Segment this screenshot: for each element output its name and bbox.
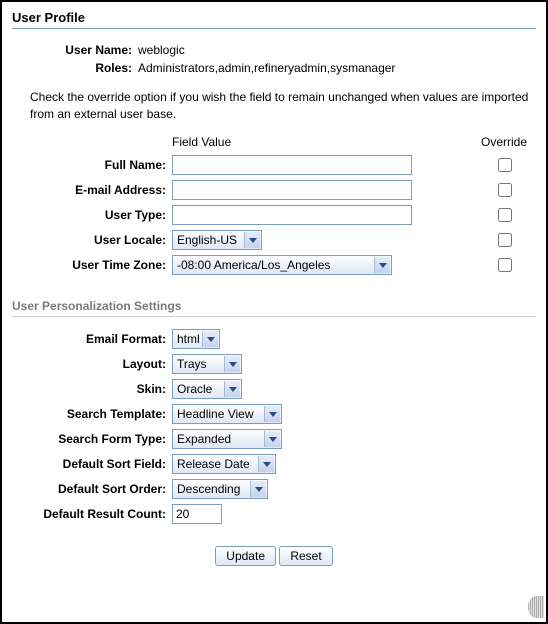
chevron-down-icon (379, 263, 387, 268)
default-result-count-label: Default Result Count: (12, 507, 172, 521)
search-form-type-select[interactable]: Expanded (172, 429, 282, 449)
search-template-label: Search Template: (12, 407, 172, 421)
skin-label: Skin: (12, 382, 172, 396)
full-name-input[interactable] (172, 155, 412, 175)
reset-button[interactable]: Reset (279, 546, 332, 566)
roles-label: Roles: (12, 61, 138, 75)
full-name-label: Full Name: (12, 158, 172, 172)
user-locale-select[interactable]: English-US (172, 230, 262, 250)
page-title: User Profile (12, 10, 536, 25)
default-result-count-input[interactable] (172, 504, 222, 524)
email-override-checkbox[interactable] (498, 183, 512, 197)
chevron-down-icon (263, 462, 271, 467)
email-format-select[interactable]: html (172, 329, 220, 349)
username-value: weblogic (138, 43, 536, 57)
chevron-down-icon (207, 337, 215, 342)
scroll-grip-icon (528, 596, 544, 618)
full-name-override-checkbox[interactable] (498, 158, 512, 172)
skin-select-value: Oracle (177, 382, 212, 396)
chevron-down-icon (255, 487, 263, 492)
personalization-divider (12, 316, 536, 317)
chevron-down-icon (229, 362, 237, 367)
user-type-label: User Type: (12, 208, 172, 222)
default-sort-field-label: Default Sort Field: (12, 457, 172, 471)
user-timezone-select-value: -08:00 America/Los_Angeles (177, 258, 330, 272)
user-timezone-override-checkbox[interactable] (498, 258, 512, 272)
layout-select[interactable]: Trays (172, 354, 242, 374)
default-sort-field-select[interactable]: Release Date (172, 454, 276, 474)
user-type-override-checkbox[interactable] (498, 208, 512, 222)
column-header-field-value: Field Value (172, 135, 472, 149)
username-label: User Name: (12, 43, 138, 57)
default-sort-order-select[interactable]: Descending (172, 479, 268, 499)
search-form-type-label: Search Form Type: (12, 432, 172, 446)
search-form-type-select-value: Expanded (177, 432, 231, 446)
email-input[interactable] (172, 180, 412, 200)
default-sort-order-select-value: Descending (177, 482, 240, 496)
skin-select[interactable]: Oracle (172, 379, 242, 399)
chevron-down-icon (269, 412, 277, 417)
layout-select-value: Trays (177, 357, 207, 371)
user-type-input[interactable] (172, 205, 412, 225)
personalization-section-title: User Personalization Settings (12, 299, 536, 313)
email-format-label: Email Format: (12, 332, 172, 346)
override-instruction: Check the override option if you wish th… (30, 89, 536, 123)
chevron-down-icon (269, 437, 277, 442)
user-locale-override-checkbox[interactable] (498, 233, 512, 247)
email-label: E-mail Address: (12, 183, 172, 197)
user-locale-label: User Locale: (12, 233, 172, 247)
search-template-select-value: Headline View (177, 407, 254, 421)
roles-value: Administrators,admin,refineryadmin,sysma… (138, 61, 536, 75)
default-sort-order-label: Default Sort Order: (12, 482, 172, 496)
user-locale-select-value: English-US (177, 233, 237, 247)
email-format-select-value: html (177, 332, 200, 346)
user-timezone-label: User Time Zone: (12, 258, 172, 272)
search-template-select[interactable]: Headline View (172, 404, 282, 424)
update-button[interactable]: Update (215, 546, 276, 566)
layout-label: Layout: (12, 357, 172, 371)
chevron-down-icon (229, 387, 237, 392)
user-timezone-select[interactable]: -08:00 America/Los_Angeles (172, 255, 392, 275)
chevron-down-icon (249, 238, 257, 243)
title-divider (12, 28, 536, 29)
default-sort-field-select-value: Release Date (177, 457, 250, 471)
column-header-override: Override (472, 135, 536, 149)
